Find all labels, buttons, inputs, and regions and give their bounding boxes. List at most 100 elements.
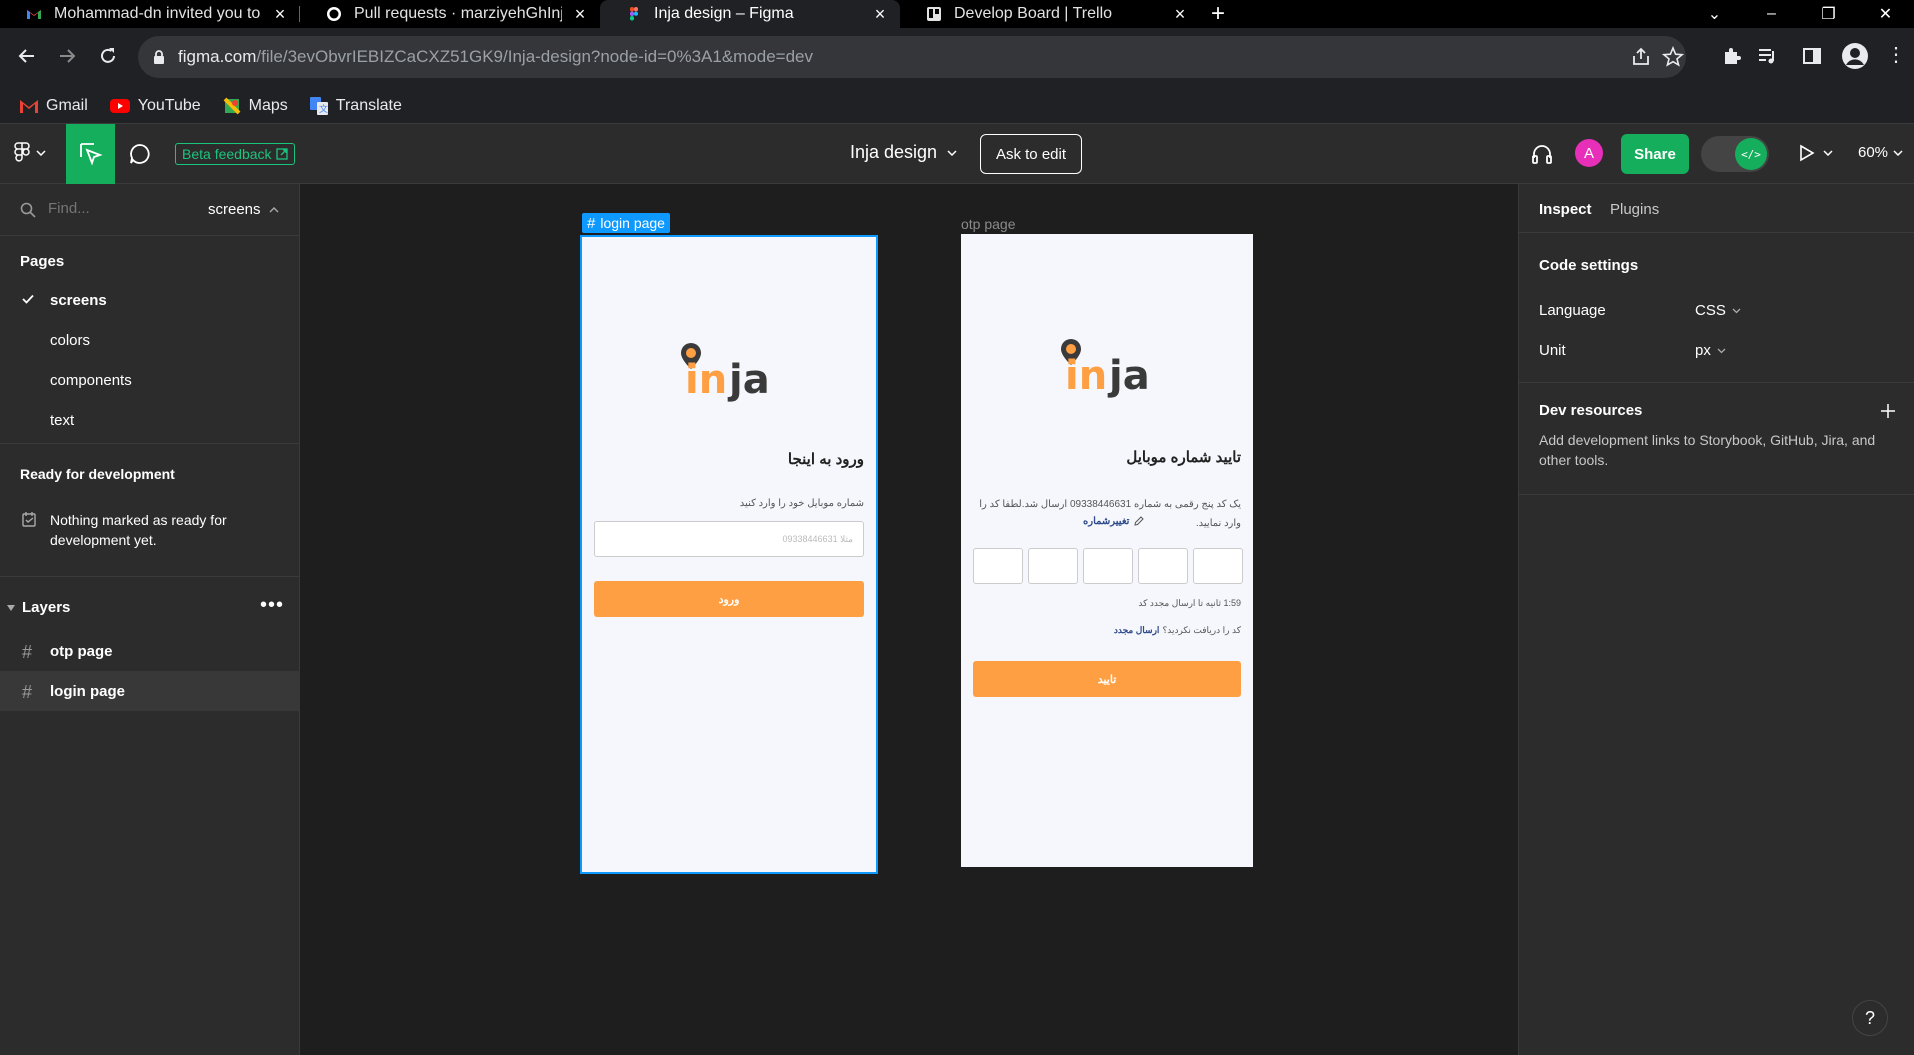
present-button[interactable] <box>1799 144 1833 162</box>
ask-to-edit-button[interactable]: Ask to edit <box>980 134 1082 174</box>
resend-row: کد را دریافت نکردید؟ ارسال مجدد <box>1114 625 1241 636</box>
find-input[interactable] <box>48 200 158 217</box>
extensions-puzzle-icon[interactable] <box>1721 45 1743 67</box>
url-host: figma.com <box>178 47 257 66</box>
otp-code-inputs <box>973 548 1243 584</box>
change-number-link[interactable]: تغییرشماره <box>1083 515 1145 527</box>
phone-input[interactable]: مثلا 09338446631 <box>594 521 864 557</box>
forward-button[interactable] <box>55 44 79 68</box>
login-instruction: شماره موبایل خود را وارد کنید <box>739 498 864 509</box>
browser-tab-github[interactable]: Pull requests · marziyehGhInja/Fr × <box>300 0 600 28</box>
main-menu-button[interactable] <box>14 142 46 164</box>
bookmark-youtube[interactable]: YouTube <box>109 96 201 115</box>
inspect-tool-button[interactable] <box>66 124 115 184</box>
browser-tab-trello[interactable]: Develop Board | Trello × <box>900 0 1200 28</box>
login-page-frame[interactable]: in ja ورود به اینجا شماره موبایل خود را … <box>580 235 878 874</box>
login-button[interactable]: ورود <box>594 581 864 617</box>
browser-menu-icon[interactable]: ⋮ <box>1886 45 1906 65</box>
bookmark-gmail[interactable]: Gmail <box>20 97 88 115</box>
browser-tab-gmail[interactable]: Mohammad-dn invited you to M × <box>0 0 300 28</box>
otp-frame-label[interactable]: otp page <box>961 216 1016 232</box>
resend-link[interactable]: ارسال مجدد <box>1114 625 1160 636</box>
beta-feedback-button[interactable]: Beta feedback <box>175 143 295 165</box>
bookmark-label: YouTube <box>137 96 201 114</box>
tab-title: Inja design – Figma <box>654 5 794 22</box>
headphones-icon[interactable] <box>1530 142 1554 166</box>
comment-icon[interactable] <box>128 142 152 166</box>
bookmark-maps[interactable]: Maps <box>223 97 288 115</box>
close-tab-icon[interactable]: × <box>272 5 288 23</box>
page-item-components[interactable]: components <box>0 360 300 400</box>
right-panel: Inspect Plugins Code settings Language C… <box>1518 184 1914 1055</box>
tab-plugins[interactable]: Plugins <box>1610 201 1659 218</box>
tab-inspect[interactable]: Inspect <box>1539 201 1592 218</box>
otp-digit-input[interactable] <box>1083 548 1133 584</box>
dev-mode-toggle[interactable]: </> <box>1701 136 1769 172</box>
window-controls: ⌄ – ❐ ✕ <box>1686 0 1914 28</box>
close-tab-icon[interactable]: × <box>872 5 888 23</box>
otp-digit-input[interactable] <box>1138 548 1188 584</box>
help-button[interactable]: ? <box>1852 1000 1888 1036</box>
change-number-label: تغییرشماره <box>1083 515 1130 527</box>
tab-search-icon[interactable]: ⌄ <box>1686 0 1743 28</box>
beta-feedback-label: Beta feedback <box>182 146 272 162</box>
design-canvas[interactable]: # login page in ja ورود به اینجا شماره م… <box>300 184 1518 1055</box>
frame-icon: # <box>587 214 596 232</box>
layer-item-login-page[interactable]: # login page <box>0 671 300 711</box>
pencil-icon <box>1134 516 1145 526</box>
page-item-colors[interactable]: colors <box>0 320 300 360</box>
otp-digit-input[interactable] <box>1193 548 1243 584</box>
back-button[interactable] <box>15 44 39 68</box>
frame-icon: # <box>22 642 33 662</box>
divider <box>1519 382 1914 383</box>
bookmark-star-icon[interactable] <box>1662 46 1684 68</box>
logo-text-in: in <box>1065 353 1107 399</box>
share-button[interactable]: Share <box>1621 134 1689 174</box>
minimize-button[interactable]: – <box>1743 0 1800 28</box>
otp-page-frame[interactable]: in ja تایید شماره موبایل یک کد پنج رقمی … <box>961 234 1253 867</box>
zoom-menu[interactable]: 60% <box>1858 144 1903 161</box>
browser-toolbar: figma.com/file/3evObvrIEBIZCaCXZ51GK9/In… <box>0 28 1914 88</box>
side-panel-icon[interactable] <box>1801 45 1823 67</box>
login-frame-label[interactable]: # login page <box>582 213 670 233</box>
layer-item-otp-page[interactable]: # otp page <box>0 631 300 671</box>
otp-digit-input[interactable] <box>1028 548 1078 584</box>
page-item-text[interactable]: text <box>0 400 300 440</box>
close-tab-icon[interactable]: × <box>1172 5 1188 23</box>
profile-avatar-icon[interactable] <box>1841 42 1869 70</box>
ready-for-development-heading: Ready for development <box>20 466 175 482</box>
reload-button[interactable] <box>96 44 120 68</box>
new-tab-button[interactable]: + <box>1200 0 1236 28</box>
add-icon[interactable] <box>1881 404 1895 418</box>
restore-button[interactable]: ❐ <box>1800 0 1857 28</box>
ready-for-dev-icon <box>22 512 36 527</box>
caret-down-icon <box>7 604 15 611</box>
otp-digit-input[interactable] <box>973 548 1023 584</box>
svg-text:文: 文 <box>319 103 328 115</box>
bookmark-translate[interactable]: 文 Translate <box>309 96 402 115</box>
address-bar[interactable]: figma.com/file/3evObvrIEBIZCaCXZ51GK9/In… <box>138 36 1686 78</box>
share-page-icon[interactable] <box>1630 46 1652 68</box>
browser-tab-figma[interactable]: Inja design – Figma × <box>600 0 900 28</box>
user-avatar[interactable]: A <box>1575 139 1603 167</box>
youtube-icon <box>109 98 130 113</box>
unit-label: Unit <box>1539 342 1566 359</box>
close-window-button[interactable]: ✕ <box>1857 0 1914 28</box>
maps-icon <box>223 97 241 114</box>
language-select[interactable]: CSS <box>1695 302 1741 319</box>
page-label: components <box>50 371 132 389</box>
file-name-menu[interactable]: Inja design <box>850 142 957 163</box>
unit-select[interactable]: px <box>1695 342 1726 359</box>
unit-value: px <box>1695 342 1711 359</box>
page-item-screens[interactable]: screens <box>0 280 300 320</box>
layers-section-toggle[interactable]: Layers <box>7 599 70 616</box>
chevron-down-icon <box>1893 149 1903 156</box>
confirm-button[interactable]: تایید <box>973 661 1241 697</box>
close-tab-icon[interactable]: × <box>572 5 588 23</box>
media-control-icon[interactable] <box>1756 45 1778 67</box>
bookmark-label: Translate <box>335 96 402 114</box>
layers-more-icon[interactable]: ••• <box>260 594 284 617</box>
figma-logo-icon <box>14 142 30 162</box>
bookmarks-bar: Gmail YouTube Maps 文 Translate <box>0 88 1914 124</box>
page-selector[interactable]: screens <box>208 201 279 218</box>
